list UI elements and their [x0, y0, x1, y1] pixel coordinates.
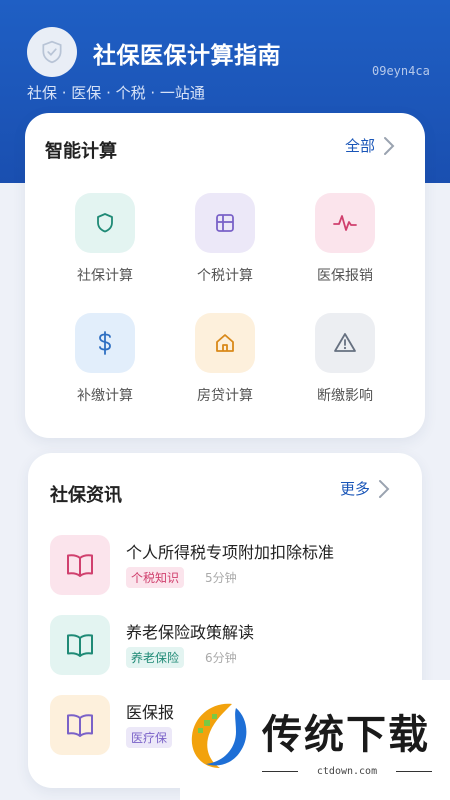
calc-section-title: 智能计算 [45, 141, 117, 162]
news-read-time: 6分钟 [205, 651, 237, 665]
brand-watermark: 传统下载 ctdown.com [180, 680, 450, 800]
news-more-label: 更多 [340, 480, 371, 498]
news-title: 养老保险政策解读 [126, 623, 255, 642]
calc-item-medical-reimburse[interactable]: 医保报销 [295, 193, 395, 285]
news-tag: 养老保险 [126, 647, 185, 668]
calc-item-mortgage[interactable]: 房贷计算 [175, 313, 275, 405]
news-title: 医保报 [126, 703, 175, 722]
brand-divider [396, 771, 432, 772]
calc-item-back-pay[interactable]: 补缴计算 [55, 313, 155, 405]
news-item[interactable]: 养老保险政策解读 养老保险 6分钟 [50, 615, 410, 677]
calc-tile [195, 313, 255, 373]
calc-item-lapse-impact[interactable]: 断缴影响 [295, 313, 395, 405]
news-item[interactable]: 个人所得税专项附加扣除标准 个税知识 5分钟 [50, 535, 410, 597]
app-title: 社保医保计算指南 [93, 43, 281, 69]
news-tag: 医疗保 [126, 727, 173, 748]
calc-tile [195, 193, 255, 253]
calc-item-social-security[interactable]: 社保计算 [55, 193, 155, 285]
chevron-right-icon [379, 479, 390, 498]
dollar-icon [99, 331, 111, 355]
calc-tile [75, 313, 135, 373]
chevron-right-icon [384, 136, 395, 155]
book-icon [67, 554, 93, 577]
brand-logo-icon [191, 703, 247, 768]
news-section-title: 社保资讯 [50, 485, 122, 506]
watermark-tag: 09eyn4ca [372, 64, 430, 78]
news-title: 个人所得税专项附加扣除标准 [126, 543, 335, 562]
calc-item-label: 医保报销 [317, 268, 373, 284]
smart-calc-card: 智能计算 全部 社保计算 个税计算 医保报销 补缴计算 房贷计算 断缴影响 [25, 113, 425, 438]
shield-icon [97, 213, 113, 233]
news-thumb [50, 535, 110, 595]
news-read-time: 5分钟 [205, 571, 237, 585]
news-thumb [50, 615, 110, 675]
warning-icon [334, 333, 356, 352]
calc-all-link[interactable]: 全部 [345, 135, 395, 156]
news-more-link[interactable]: 更多 [340, 478, 390, 499]
calc-tile [75, 193, 135, 253]
calc-tile [315, 193, 375, 253]
calc-item-label: 断缴影响 [317, 388, 373, 404]
calc-item-income-tax[interactable]: 个税计算 [175, 193, 275, 285]
pulse-icon [333, 215, 357, 231]
book-icon [67, 634, 93, 657]
news-thumb [50, 695, 110, 755]
home-icon [216, 334, 234, 352]
news-tag: 个税知识 [126, 567, 185, 588]
calc-item-label: 社保计算 [77, 268, 133, 284]
calc-item-label: 补缴计算 [77, 388, 133, 404]
calc-item-label: 房贷计算 [197, 388, 253, 404]
shield-check-icon [42, 40, 62, 64]
book-icon [67, 714, 93, 737]
app-subtitle: 社保 · 医保 · 个税 · 一站通 [27, 84, 205, 102]
calc-all-label: 全部 [345, 137, 376, 155]
table-icon [216, 214, 234, 232]
brand-name: 传统下载 [262, 712, 430, 758]
calc-tile [315, 313, 375, 373]
app-logo [27, 27, 77, 77]
calc-item-label: 个税计算 [197, 268, 253, 284]
